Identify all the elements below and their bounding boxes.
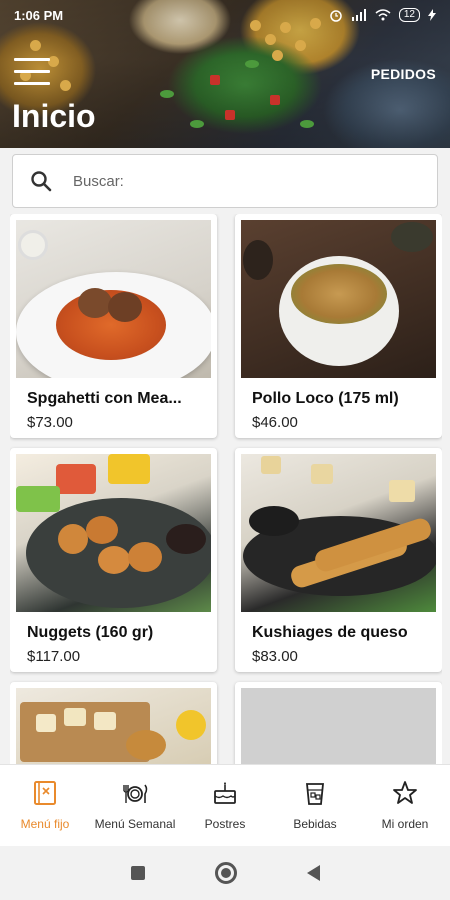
status-time: 1:06 PM — [14, 7, 64, 23]
product-price: $83.00 — [252, 648, 298, 665]
home-button[interactable] — [214, 862, 237, 884]
product-photo — [16, 688, 211, 764]
system-navigation-bar — [0, 846, 450, 900]
battery-indicator: 12 — [398, 8, 420, 22]
product-name: Spgahetti con Mea... — [27, 390, 182, 407]
nav-mi-orden[interactable]: Mi orden — [360, 765, 450, 846]
search-bar[interactable] — [12, 154, 438, 208]
nav-postres[interactable]: Postres — [180, 765, 270, 846]
dining-icon — [123, 784, 148, 803]
product-price: $73.00 — [27, 414, 73, 431]
product-photo — [241, 220, 436, 378]
product-name: Kushiages de queso — [252, 624, 408, 641]
product-card[interactable] — [10, 682, 217, 764]
alarm-icon — [330, 10, 342, 22]
hamburger-menu-icon[interactable] — [14, 58, 50, 88]
nav-label: Menú fijo — [20, 817, 70, 831]
menu-book-icon — [34, 781, 56, 805]
product-price: $46.00 — [252, 414, 298, 431]
product-card[interactable] — [235, 682, 442, 764]
product-photo — [16, 220, 211, 378]
product-card[interactable]: Pollo Loco (175 ml) $46.00 — [235, 214, 442, 438]
recents-button[interactable] — [130, 866, 145, 880]
product-card[interactable]: Nuggets (160 gr) $117.00 — [10, 448, 217, 672]
orders-button[interactable]: PEDIDOS — [371, 66, 436, 82]
nav-label: Menú Semanal — [94, 817, 176, 831]
back-button[interactable] — [306, 865, 320, 881]
nav-menu-semanal[interactable]: Menú Semanal — [90, 765, 180, 846]
product-name: Pollo Loco (175 ml) — [252, 390, 399, 407]
nav-menu-fijo[interactable]: Menú fijo — [0, 765, 90, 846]
search-icon — [31, 171, 52, 192]
product-name: Nuggets (160 gr) — [27, 624, 154, 641]
product-card[interactable]: Spgahetti con Mea... $73.00 — [10, 214, 217, 438]
page-title: Inicio — [12, 98, 96, 134]
nav-label: Bebidas — [293, 817, 337, 831]
nav-label: Mi orden — [381, 817, 429, 831]
nav-bebidas[interactable]: Bebidas — [270, 765, 360, 846]
product-price: $117.00 — [27, 648, 81, 665]
search-input[interactable] — [73, 172, 393, 190]
cake-icon — [214, 782, 236, 804]
product-card[interactable]: Kushiages de queso $83.00 — [235, 448, 442, 672]
bottom-navigation: Menú fijo Menú Semanal Postres Bebidas M… — [0, 764, 450, 846]
drink-icon — [306, 783, 324, 805]
status-bar: 1:06 PM 12 — [0, 0, 450, 30]
product-photo — [16, 454, 211, 612]
charging-icon — [428, 9, 436, 21]
product-photo — [241, 454, 436, 612]
nav-label: Postres — [204, 817, 246, 831]
wifi-icon — [375, 9, 391, 21]
product-grid: Spgahetti con Mea... $73.00 Pollo Loco (… — [10, 214, 442, 764]
signal-icon — [351, 9, 366, 21]
product-photo-placeholder — [241, 688, 436, 764]
star-icon — [393, 781, 417, 804]
